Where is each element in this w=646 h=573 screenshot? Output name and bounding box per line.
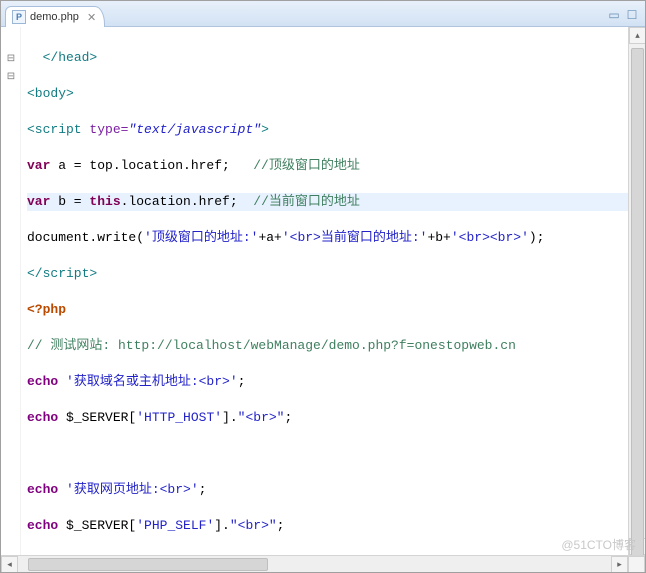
- close-icon[interactable]: ✕: [87, 11, 96, 24]
- fold-toggle[interactable]: ⊟: [1, 49, 21, 67]
- code-text: <body>: [27, 86, 74, 101]
- editor-tab[interactable]: P demo.php ✕: [5, 6, 105, 27]
- php-file-icon: P: [12, 10, 26, 24]
- code-text: <script: [27, 122, 89, 137]
- tab-filename: demo.php: [30, 11, 79, 23]
- fold-toggle[interactable]: ⊟: [1, 67, 21, 85]
- tab-toolbar: ▭ ☐: [607, 8, 645, 26]
- code-editor[interactable]: ⊟ ⊟ </head> <body> <script type="text/ja…: [1, 27, 628, 555]
- maximize-icon[interactable]: ☐: [625, 8, 639, 22]
- scroll-thumb-v[interactable]: [631, 48, 644, 555]
- code-text: </head>: [43, 50, 98, 65]
- code-lines[interactable]: </head> <body> <script type="text/javasc…: [21, 27, 628, 555]
- watermark: @51CTO博客: [561, 536, 636, 553]
- tab-bar: P demo.php ✕ ▭ ☐: [1, 1, 645, 27]
- minimize-icon[interactable]: ▭: [607, 8, 621, 22]
- vertical-scrollbar[interactable]: ▴ ▾: [628, 27, 645, 555]
- scroll-thumb-h[interactable]: [28, 558, 268, 571]
- scroll-left-icon[interactable]: ◂: [1, 556, 18, 573]
- fold-gutter: ⊟ ⊟: [1, 27, 21, 555]
- horizontal-scrollbar[interactable]: ◂ ▸: [1, 555, 645, 572]
- scroll-right-icon[interactable]: ▸: [611, 556, 628, 573]
- scroll-up-icon[interactable]: ▴: [629, 27, 645, 44]
